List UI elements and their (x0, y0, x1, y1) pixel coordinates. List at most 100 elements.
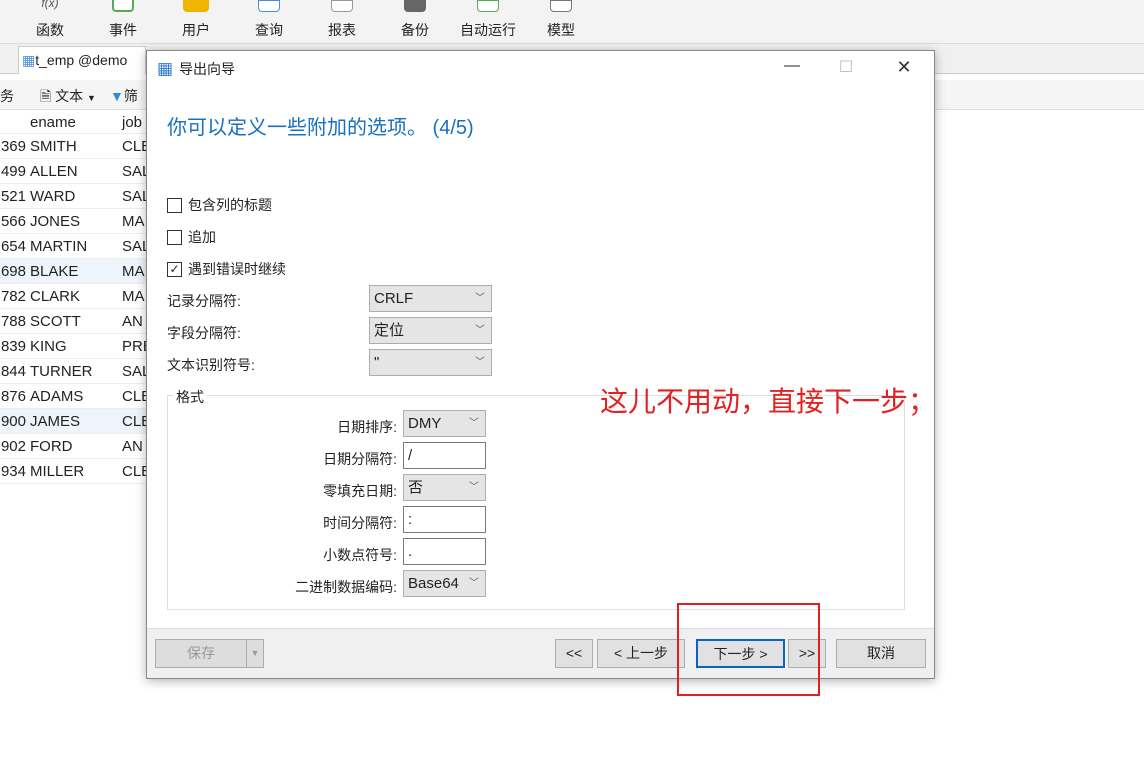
table-row[interactable]: 902 FORD AN (0, 434, 146, 459)
decimal-symbol-input[interactable]: . (403, 538, 486, 565)
ename-cell[interactable]: KING (30, 334, 67, 359)
checkbox-box[interactable] (167, 229, 182, 245)
table-row[interactable]: 782 CLARK MA (0, 284, 146, 309)
checkmark-icon[interactable]: ✓ (167, 261, 182, 277)
date-order-select[interactable]: DMY ﹀ (403, 410, 486, 437)
data-grid: ename job 369 SMITH CLE 499 ALLEN SAL 521 WARD SA… (0, 110, 153, 484)
row-id-cell[interactable]: 902 (0, 434, 26, 459)
checkbox-box[interactable] (167, 197, 182, 213)
table-row[interactable]: 499 ALLEN SAL (0, 159, 150, 184)
tab-t-emp[interactable]: ▦t_emp @demo (18, 46, 146, 74)
chevron-down-icon: ﹀ (469, 578, 479, 589)
grid-header: ename job (0, 110, 146, 134)
toolbar-event[interactable]: 事件 (86, 0, 160, 40)
text-qualifier-label: 文本识别符号: (167, 357, 255, 373)
ename-cell[interactable]: CLARK (30, 284, 80, 309)
toolbar-function[interactable]: f(x) 函数 (13, 0, 87, 40)
table-row[interactable]: 521 WARD SAL (0, 184, 150, 209)
chevron-down-icon: ﹀ (475, 357, 485, 368)
toolbar-schedule[interactable]: 自动运行 (451, 0, 525, 40)
event-clock-icon (112, 0, 134, 12)
row-id-cell[interactable]: 369 (0, 134, 26, 159)
job-cell[interactable]: AN (122, 434, 143, 459)
table-row[interactable]: 839 KING PRE (0, 334, 153, 359)
ename-cell[interactable]: MARTIN (30, 234, 87, 259)
row-id-cell[interactable]: 782 (0, 284, 26, 309)
record-separator-select[interactable]: CRLF ﹀ (369, 285, 492, 312)
row-id-cell[interactable]: 788 (0, 309, 26, 334)
include-headers-checkbox[interactable]: 包含列的标题 (167, 195, 272, 215)
filter-button[interactable]: ▼筛 (110, 86, 138, 106)
job-cell[interactable]: MA (122, 259, 145, 284)
row-id-cell[interactable]: 839 (0, 334, 26, 359)
ename-cell[interactable]: TURNER (30, 359, 93, 384)
ename-cell[interactable]: ADAMS (30, 384, 83, 409)
toolbar-query[interactable]: 查询 (232, 0, 306, 40)
ename-cell[interactable]: JONES (30, 209, 80, 234)
main-toolbar: f(x) 函数 事件 用户 查询 报表 备份 自动运行 模型 (0, 0, 1144, 44)
row-id-cell[interactable]: 934 (0, 459, 26, 484)
job-cell[interactable]: AN (122, 309, 143, 334)
field-separator-label: 字段分隔符: (167, 325, 241, 341)
prev-step-button[interactable]: < 上一步 (597, 639, 685, 668)
model-icon (550, 0, 572, 12)
query-icon (258, 0, 280, 12)
row-id-cell[interactable]: 698 (0, 259, 26, 284)
append-checkbox[interactable]: 追加 (167, 227, 216, 247)
minimize-button[interactable]: — (777, 57, 807, 79)
toolbar-model[interactable]: 模型 (524, 0, 598, 40)
ename-cell[interactable]: FORD (30, 434, 73, 459)
ename-cell[interactable]: ALLEN (30, 159, 78, 184)
row-id-cell[interactable]: 876 (0, 384, 26, 409)
chevron-down-icon: ﹀ (469, 482, 479, 493)
date-separator-input[interactable]: / (403, 442, 486, 469)
table-row[interactable]: 876 ADAMS CLE (0, 384, 151, 409)
text-view-button[interactable]: 🗎 文本 ▼ (40, 86, 96, 110)
field-separator-select[interactable]: 定位 ﹀ (369, 317, 492, 344)
ename-cell[interactable]: BLAKE (30, 259, 78, 284)
decimal-symbol-label: 小数点符号: (323, 547, 397, 563)
save-dropdown-arrow-icon[interactable]: ▼ (246, 639, 264, 668)
table-row[interactable]: 900 JAMES CLE (0, 409, 151, 434)
dialog-titlebar: ▦ 导出向导 (157, 59, 236, 78)
ename-cell[interactable]: SMITH (30, 134, 77, 159)
binary-encoding-label: 二进制数据编码: (295, 579, 397, 595)
row-id-cell[interactable]: 844 (0, 359, 26, 384)
row-id-cell[interactable]: 521 (0, 184, 26, 209)
table-row[interactable]: 844 TURNER SAL (0, 359, 150, 384)
job-cell[interactable]: MA (122, 209, 145, 234)
table-row[interactable]: 698 BLAKE MA (0, 259, 146, 284)
binary-encoding-select[interactable]: Base64 ﹀ (403, 570, 486, 597)
transaction-button[interactable]: 务 (0, 86, 14, 106)
row-id-cell[interactable]: 566 (0, 209, 26, 234)
first-step-button[interactable]: << (555, 639, 593, 668)
toolbar-backup[interactable]: 备份 (378, 0, 452, 40)
toolbar-user[interactable]: 用户 (159, 0, 233, 40)
row-id-cell[interactable]: 654 (0, 234, 26, 259)
ename-cell[interactable]: JAMES (30, 409, 80, 434)
table-row[interactable]: 788 SCOTT AN (0, 309, 146, 334)
save-button[interactable]: 保存 (155, 639, 247, 668)
ename-cell[interactable]: MILLER (30, 459, 84, 484)
annotation-text: 这儿不用动，直接下一步； (600, 386, 937, 417)
column-header-job[interactable]: job (122, 110, 142, 135)
cancel-button[interactable]: 取消 (836, 639, 926, 668)
row-id-cell[interactable]: 499 (0, 159, 26, 184)
maximize-button[interactable]: ☐ (831, 57, 861, 79)
zero-pad-date-select[interactable]: 否 ﹀ (403, 474, 486, 501)
text-qualifier-select[interactable]: " ﹀ (369, 349, 492, 376)
close-button[interactable]: ✕ (889, 57, 919, 79)
job-cell[interactable]: MA (122, 284, 145, 309)
table-row[interactable]: 654 MARTIN SAL (0, 234, 150, 259)
table-row[interactable]: 934 MILLER CLE (0, 459, 151, 484)
table-row[interactable]: 369 SMITH CLE (0, 134, 151, 159)
row-id-cell[interactable]: 900 (0, 409, 26, 434)
ename-cell[interactable]: SCOTT (30, 309, 81, 334)
continue-on-error-checkbox[interactable]: ✓ 遇到错误时继续 (167, 259, 286, 279)
time-separator-input[interactable]: : (403, 506, 486, 533)
toolbar-report[interactable]: 报表 (305, 0, 379, 40)
ename-cell[interactable]: WARD (30, 184, 75, 209)
function-icon: f(x) (41, 0, 59, 10)
column-header-ename[interactable]: ename (30, 110, 76, 135)
table-row[interactable]: 566 JONES MA (0, 209, 146, 234)
